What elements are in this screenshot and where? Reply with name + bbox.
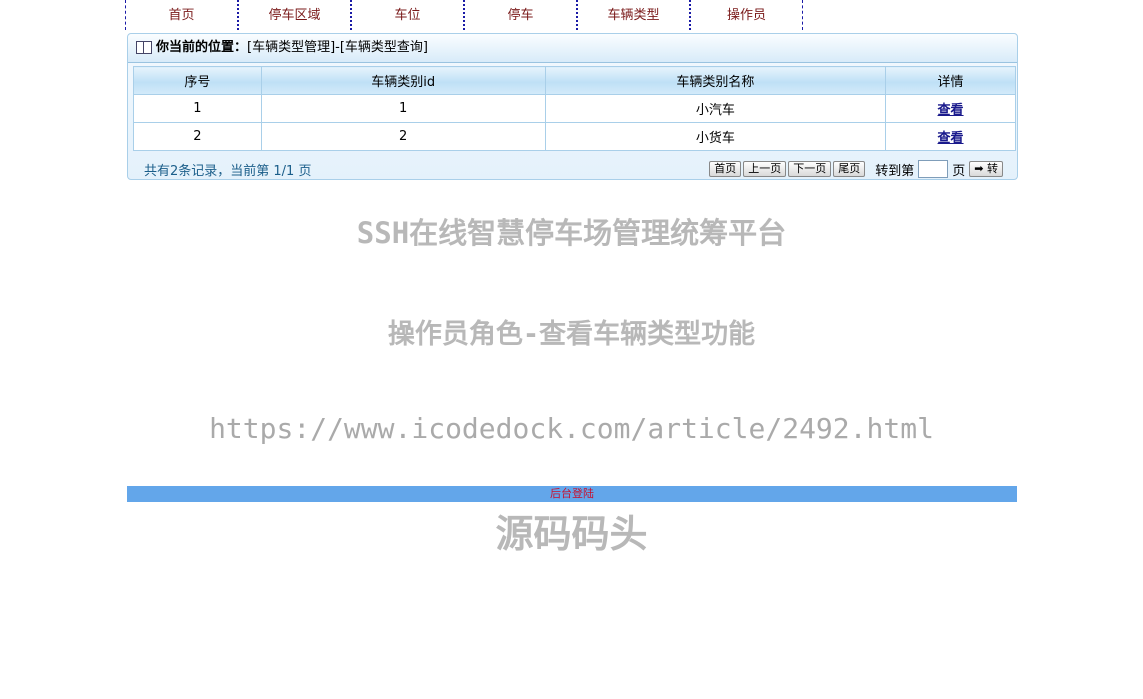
col-header-detail: 详情 xyxy=(885,66,1016,95)
goto-page-input[interactable] xyxy=(918,160,949,178)
pager-bar: 共有2条记录，当前第 1/1 页 首页 上一页 下一页 尾页 转到第 页 ➡ 转 xyxy=(128,158,1017,180)
goto-label: 转到第 xyxy=(875,163,915,179)
nav-parking-area[interactable]: 停车区域 xyxy=(239,0,352,30)
nav-parking[interactable]: 停车 xyxy=(465,0,578,30)
col-header-id: 车辆类别id xyxy=(260,66,546,95)
nav-parking-space[interactable]: 车位 xyxy=(352,0,465,30)
login-bar: 后台登陆 xyxy=(127,486,1017,502)
cell-detail: 查看 xyxy=(885,122,1016,151)
book-icon xyxy=(136,40,152,54)
prev-page-button[interactable]: 上一页 xyxy=(743,161,787,177)
nav-home[interactable]: 首页 xyxy=(126,0,239,30)
cell-name: 小汽车 xyxy=(544,94,887,123)
nav-vehicle-type[interactable]: 车辆类型 xyxy=(578,0,691,30)
breadcrumb-path: [车辆类型管理]-[车辆类型查询] xyxy=(247,40,428,55)
table-header-row: 序号 车辆类别id 车辆类别名称 详情 xyxy=(133,66,1016,95)
watermark-title: SSH在线智慧停车场管理统筹平台 xyxy=(356,216,787,250)
page-word: 页 xyxy=(952,163,966,179)
vehicle-type-table: 序号 车辆类别id 车辆类别名称 详情 1 1 小汽车 查看 2 2 小货车 查… xyxy=(133,66,1016,151)
view-link[interactable]: 查看 xyxy=(938,131,964,146)
watermark-brand: 源码码头 xyxy=(495,512,648,556)
breadcrumb: 你当前的位置： [车辆类型管理]-[车辆类型查询] xyxy=(128,34,1017,63)
cell-detail: 查看 xyxy=(885,94,1016,123)
cell-index: 2 xyxy=(133,122,262,151)
view-link[interactable]: 查看 xyxy=(938,103,964,118)
first-page-button[interactable]: 首页 xyxy=(709,161,742,177)
cell-name: 小货车 xyxy=(544,122,887,151)
record-summary: 共有2条记录，当前第 1/1 页 xyxy=(144,163,312,179)
admin-login-link[interactable]: 后台登陆 xyxy=(550,487,594,500)
pager-controls: 首页 上一页 下一页 尾页 转到第 页 ➡ 转 xyxy=(709,160,1017,179)
breadcrumb-label: 你当前的位置： xyxy=(156,40,248,55)
next-page-button[interactable]: 下一页 xyxy=(788,161,832,177)
nav-operator[interactable]: 操作员 xyxy=(691,0,803,30)
cell-id: 2 xyxy=(260,122,546,151)
content-panel: 你当前的位置： [车辆类型管理]-[车辆类型查询] 序号 车辆类别id 车辆类别… xyxy=(127,33,1018,180)
goto-button[interactable]: ➡ 转 xyxy=(969,161,1003,177)
table-row: 2 2 小货车 查看 xyxy=(133,122,1016,151)
table-row: 1 1 小汽车 查看 xyxy=(133,94,1016,123)
col-header-name: 车辆类别名称 xyxy=(544,66,887,95)
last-page-button[interactable]: 尾页 xyxy=(833,161,866,177)
watermark-subtitle: 操作员角色-查看车辆类型功能 xyxy=(387,319,756,350)
top-nav: 首页 停车区域 车位 停车 车辆类型 操作员 xyxy=(125,0,803,30)
cell-id: 1 xyxy=(260,94,546,123)
watermark-url: https://www.icodedock.com/article/2492.h… xyxy=(209,412,934,445)
col-header-index: 序号 xyxy=(133,66,262,95)
cell-index: 1 xyxy=(133,94,262,123)
